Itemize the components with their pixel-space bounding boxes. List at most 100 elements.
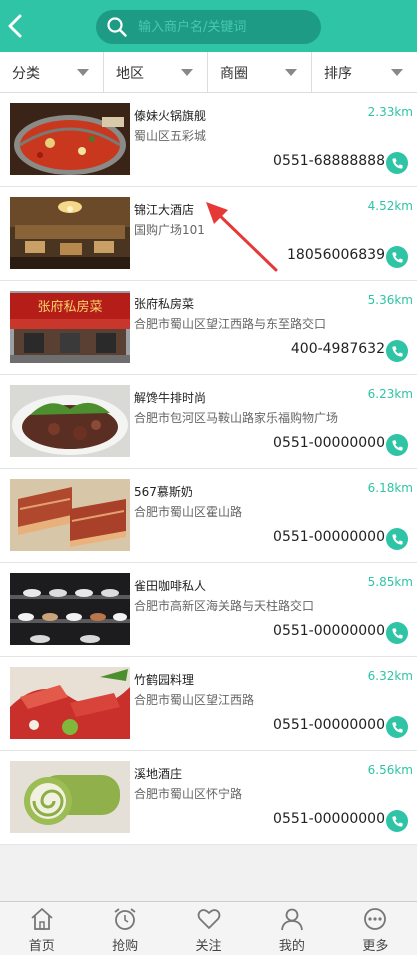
phone-icon [391, 721, 403, 733]
filter-business-district[interactable]: 商圈 [208, 52, 312, 92]
shop-list-item[interactable]: 张府私房菜 张府私房菜 合肥市蜀山区望江西路与东至路交口 5.36km 400-… [0, 281, 417, 375]
dropdown-arrow-icon [77, 69, 89, 76]
shop-thumbnail [10, 761, 130, 833]
shop-name: 锦江大酒店 [134, 203, 195, 217]
shop-address: 合肥市蜀山区怀宁路 [134, 787, 243, 801]
call-button[interactable] [386, 622, 408, 644]
shop-distance: 2.33km [367, 105, 413, 119]
phone-icon [391, 251, 403, 263]
shop-name: 解馋牛排时尚 [134, 391, 207, 405]
shop-list: 傣妹火锅旗舰 蜀山区五彩城 2.33km 0551-68888888 锦江大酒店… [0, 93, 417, 845]
shop-list-item[interactable]: 锦江大酒店 国购广场101 4.52km 18056006839 [0, 187, 417, 281]
shop-list-item[interactable]: 解馋牛排时尚 合肥市包河区马鞍山路家乐福购物广场 6.23km 0551-000… [0, 375, 417, 469]
tab-mine[interactable]: 我的 [250, 902, 333, 955]
shop-phone: 0551-00000000 [273, 717, 385, 733]
shop-phone: 0551-68888888 [273, 153, 385, 169]
shop-address: 合肥市蜀山区望江西路与东至路交口 [134, 317, 327, 331]
filter-label: 分类 [12, 66, 40, 82]
more-icon [364, 908, 387, 930]
shop-distance: 4.52km [367, 199, 413, 213]
shop-list-item[interactable]: 567慕斯奶 合肥市蜀山区霍山路 6.18km 0551-00000000 [0, 469, 417, 563]
shop-address: 蜀山区五彩城 [134, 129, 207, 143]
call-button[interactable] [386, 434, 408, 456]
shop-phone: 0551-00000000 [273, 811, 385, 827]
shop-phone: 0551-00000000 [273, 623, 385, 639]
call-button[interactable] [386, 152, 408, 174]
shop-phone: 0551-00000000 [273, 435, 385, 451]
call-button[interactable] [386, 340, 408, 362]
back-arrow-icon [8, 14, 22, 38]
filter-label: 地区 [116, 66, 144, 82]
shop-name: 傣妹火锅旗舰 [134, 109, 207, 123]
shop-distance: 6.18km [367, 481, 413, 495]
phone-icon [391, 345, 403, 357]
shop-distance: 6.32km [367, 669, 413, 683]
tab-flash-sale[interactable]: 抢购 [83, 902, 166, 955]
tab-more[interactable]: 更多 [334, 902, 417, 955]
tab-home[interactable]: 首页 [0, 902, 83, 955]
dropdown-arrow-icon [391, 69, 403, 76]
shop-address: 合肥市蜀山区望江西路 [134, 693, 255, 707]
shop-address: 合肥市蜀山区霍山路 [134, 505, 243, 519]
shop-phone: 18056006839 [287, 247, 385, 263]
shop-thumbnail [10, 385, 130, 457]
call-button[interactable] [386, 528, 408, 550]
shop-thumbnail [10, 103, 130, 175]
user-icon [281, 908, 303, 931]
search-input[interactable] [138, 10, 313, 44]
alarm-clock-icon [114, 908, 136, 930]
call-button[interactable] [386, 246, 408, 268]
tab-label: 我的 [278, 939, 305, 954]
shop-distance: 6.23km [367, 387, 413, 401]
filter-sort[interactable]: 排序 [312, 52, 417, 92]
shop-name: 张府私房菜 [134, 297, 195, 311]
shop-address: 国购广场101 [134, 223, 205, 237]
phone-icon [391, 533, 403, 545]
tab-label: 更多 [362, 939, 389, 954]
call-button[interactable] [386, 716, 408, 738]
filter-bar: 分类 地区 商圈 排序 [0, 52, 417, 93]
shop-distance: 5.85km [367, 575, 413, 589]
shop-address: 合肥市包河区马鞍山路家乐福购物广场 [134, 411, 339, 425]
shop-name: 雀田咖啡私人 [134, 579, 207, 593]
shop-thumbnail [10, 573, 130, 645]
filter-label: 排序 [324, 66, 352, 82]
shop-list-item[interactable]: 傣妹火锅旗舰 蜀山区五彩城 2.33km 0551-68888888 [0, 93, 417, 187]
shop-thumbnail [10, 479, 130, 551]
shop-list-item[interactable]: 竹鹤园料理 合肥市蜀山区望江西路 6.32km 0551-00000000 [0, 657, 417, 751]
shop-name: 567慕斯奶 [134, 485, 193, 499]
dropdown-arrow-icon [285, 69, 297, 76]
phone-icon [391, 439, 403, 451]
filter-label: 商圈 [220, 66, 248, 82]
home-icon [31, 908, 53, 930]
shop-thumbnail [10, 667, 130, 739]
shop-thumbnail [10, 197, 130, 269]
bottom-tab-bar: 首页 抢购 关注 我的 更多 [0, 901, 417, 955]
shop-distance: 6.56km [367, 763, 413, 777]
phone-icon [391, 157, 403, 169]
header-bar [0, 0, 417, 52]
tab-label: 关注 [195, 939, 222, 954]
dropdown-arrow-icon [181, 69, 193, 76]
back-button[interactable] [0, 0, 30, 52]
shop-address: 合肥市高新区海关路与天柱路交口 [134, 599, 315, 613]
tab-label: 首页 [28, 939, 55, 954]
shop-name: 竹鹤园料理 [134, 673, 195, 687]
filter-region[interactable]: 地区 [104, 52, 208, 92]
shop-thumbnail: 张府私房菜 [10, 291, 130, 363]
phone-icon [391, 815, 403, 827]
shop-distance: 5.36km [367, 293, 413, 307]
heart-icon [197, 909, 220, 929]
shop-phone: 400-4987632 [290, 341, 385, 357]
filter-category[interactable]: 分类 [0, 52, 104, 92]
call-button[interactable] [386, 810, 408, 832]
search-box[interactable] [96, 10, 321, 44]
tab-label: 抢购 [112, 939, 139, 954]
shop-list-item[interactable]: 雀田咖啡私人 合肥市高新区海关路与天柱路交口 5.85km 0551-00000… [0, 563, 417, 657]
shop-phone: 0551-00000000 [273, 529, 385, 545]
restaurant-sign: 张府私房菜 [37, 299, 102, 315]
shop-list-item[interactable]: 溪地酒庄 合肥市蜀山区怀宁路 6.56km 0551-00000000 [0, 751, 417, 845]
search-icon [107, 17, 127, 37]
tab-follow[interactable]: 关注 [167, 902, 250, 955]
phone-icon [391, 627, 403, 639]
